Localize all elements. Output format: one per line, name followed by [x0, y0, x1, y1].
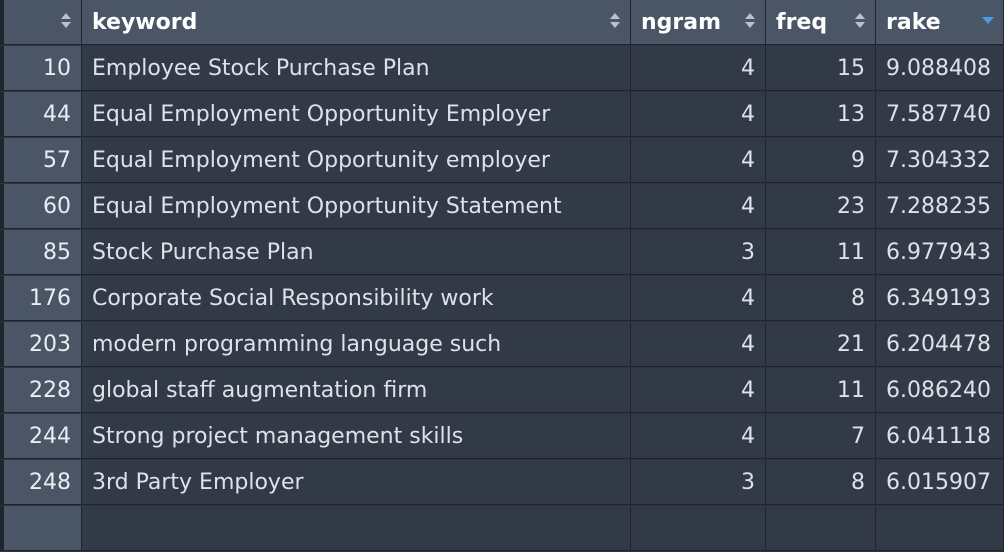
row-number: 85 [0, 230, 82, 275]
freq-cell: 8 [766, 460, 876, 505]
ngram-cell: 3 [631, 460, 766, 505]
table-row[interactable]: 248 3rd Party Employer 3 8 6.015907 [0, 460, 1004, 506]
ngram-cell: 4 [631, 322, 766, 367]
table-row[interactable]: 203 modern programming language such 4 21 6.… [0, 322, 1004, 368]
freq-cell: 13 [766, 92, 876, 137]
rake-cell: 7.288235 [876, 184, 1004, 229]
sort-icon[interactable] [610, 10, 620, 30]
rake-cell: 7.587740 [876, 92, 1004, 137]
keyword-cell: Strong project management skills [82, 414, 631, 459]
rake-cell: 6.977943 [876, 230, 1004, 275]
data-table: keyword ngram freq rake 10 Employee Stock… [0, 0, 1004, 551]
rake-cell: 6.204478 [876, 322, 1004, 367]
keyword-cell: global staff augmentation firm [82, 368, 631, 413]
keyword-cell: Equal Employment Opportunity Employer [82, 92, 631, 137]
ngram-cell: 4 [631, 46, 766, 91]
sort-icon[interactable] [61, 10, 71, 30]
rake-cell: 6.086240 [876, 368, 1004, 413]
rake-cell: 9.088408 [876, 46, 1004, 91]
ngram-cell: 4 [631, 92, 766, 137]
sort-icon[interactable] [855, 10, 865, 30]
header-ngram[interactable]: ngram [631, 0, 766, 45]
ngram-cell: 4 [631, 414, 766, 459]
keyword-cell: Equal Employment Opportunity Statement [82, 184, 631, 229]
row-number: 228 [0, 368, 82, 413]
empty-cell [0, 506, 82, 551]
header-row: keyword ngram freq rake [0, 0, 1004, 46]
ngram-cell: 4 [631, 276, 766, 321]
keyword-cell: Corporate Social Responsibility work [82, 276, 631, 321]
row-number: 248 [0, 460, 82, 505]
ngram-cell: 4 [631, 138, 766, 183]
sort-icon[interactable] [745, 10, 755, 30]
sort-desc-icon[interactable] [982, 10, 994, 30]
keyword-cell: Stock Purchase Plan [82, 230, 631, 275]
rake-cell: 6.041118 [876, 414, 1004, 459]
freq-cell: 7 [766, 414, 876, 459]
row-number: 60 [0, 184, 82, 229]
freq-cell: 21 [766, 322, 876, 367]
row-number: 244 [0, 414, 82, 459]
table-row[interactable]: 10 Employee Stock Purchase Plan 4 15 9.08840… [0, 46, 1004, 92]
header-rake[interactable]: rake [876, 0, 1004, 45]
ngram-cell: 4 [631, 184, 766, 229]
row-number: 176 [0, 276, 82, 321]
table-row-partial [0, 506, 1004, 552]
freq-cell: 11 [766, 230, 876, 275]
empty-cell [631, 506, 766, 551]
freq-cell: 9 [766, 138, 876, 183]
empty-cell [766, 506, 876, 551]
freq-cell: 23 [766, 184, 876, 229]
row-number: 203 [0, 322, 82, 367]
ngram-cell: 3 [631, 230, 766, 275]
keyword-cell: Equal Employment Opportunity employer [82, 138, 631, 183]
empty-cell [876, 506, 1004, 551]
header-rownames[interactable] [0, 0, 82, 45]
row-number: 44 [0, 92, 82, 137]
table-row[interactable]: 228 global staff augmentation firm 4 11 6.08… [0, 368, 1004, 414]
rake-cell: 6.349193 [876, 276, 1004, 321]
rake-cell: 6.015907 [876, 460, 1004, 505]
table-row[interactable]: 57 Equal Employment Opportunity employer 4… [0, 138, 1004, 184]
keyword-cell: 3rd Party Employer [82, 460, 631, 505]
table-row[interactable]: 244 Strong project management skills 4 7 6.0… [0, 414, 1004, 460]
keyword-cell: modern programming language such [82, 322, 631, 367]
freq-cell: 11 [766, 368, 876, 413]
table-row[interactable]: 176 Corporate Social Responsibility work 4… [0, 276, 1004, 322]
table-row[interactable]: 85 Stock Purchase Plan 3 11 6.977943 [0, 230, 1004, 276]
rake-cell: 7.304332 [876, 138, 1004, 183]
header-keyword[interactable]: keyword [82, 0, 631, 45]
keyword-cell: Employee Stock Purchase Plan [82, 46, 631, 91]
freq-cell: 8 [766, 276, 876, 321]
freq-cell: 15 [766, 46, 876, 91]
header-freq[interactable]: freq [766, 0, 876, 45]
empty-cell [82, 506, 631, 551]
table-row[interactable]: 44 Equal Employment Opportunity Employer 4… [0, 92, 1004, 138]
row-number: 10 [0, 46, 82, 91]
row-number: 57 [0, 138, 82, 183]
ngram-cell: 4 [631, 368, 766, 413]
table-row[interactable]: 60 Equal Employment Opportunity Statement… [0, 184, 1004, 230]
